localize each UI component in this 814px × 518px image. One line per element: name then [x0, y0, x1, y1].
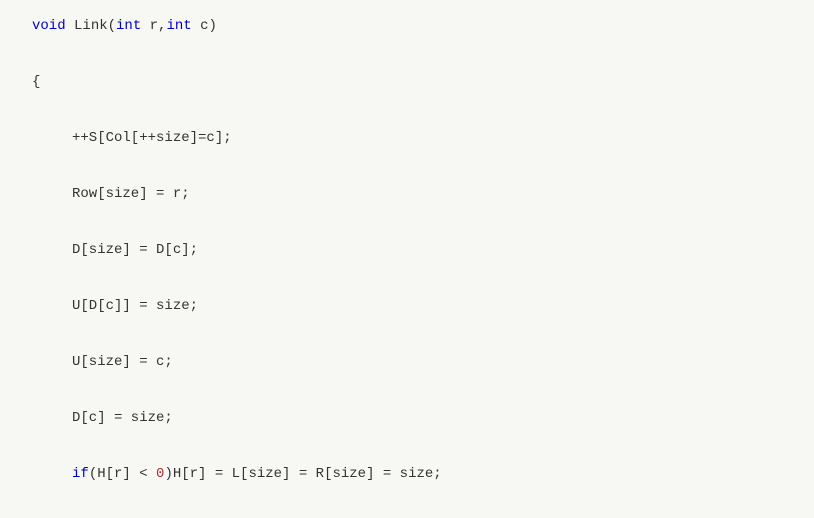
code-line: D[size] = D[c]; — [0, 236, 814, 264]
code-block: void Link(int r,int c) { ++S[Col[++size]… — [0, 0, 814, 518]
stmt: D[size] = D[c]; — [72, 242, 198, 258]
code-line: if(H[r] < 0)H[r] = L[size] = R[size] = s… — [0, 460, 814, 488]
code-line: { — [0, 68, 814, 96]
stmt: U[size] = c; — [72, 354, 173, 370]
keyword-int: int — [116, 18, 141, 34]
keyword-if: if — [72, 466, 89, 482]
code-line: U[D[c]] = size; — [0, 292, 814, 320]
code-line: ++S[Col[++size]=c]; — [0, 124, 814, 152]
if-cond-b: )H[r] = L[size] = R[size] = size; — [164, 466, 441, 482]
brace-open: { — [32, 74, 40, 90]
fn-name: Link( — [66, 18, 116, 34]
stmt: U[D[c]] = size; — [72, 298, 198, 314]
code-line: Row[size] = r; — [0, 180, 814, 208]
code-line: D[c] = size; — [0, 404, 814, 432]
stmt: D[c] = size; — [72, 410, 173, 426]
param-c: c) — [192, 18, 217, 34]
code-line: void Link(int r,int c) — [0, 12, 814, 40]
keyword-int: int — [166, 18, 191, 34]
stmt: Row[size] = r; — [72, 186, 190, 202]
stmt: ++S[Col[++size]=c]; — [72, 130, 232, 146]
keyword-void: void — [32, 18, 66, 34]
param-r: r, — [141, 18, 166, 34]
code-line: U[size] = c; — [0, 348, 814, 376]
if-cond-a: (H[r] < — [89, 466, 156, 482]
